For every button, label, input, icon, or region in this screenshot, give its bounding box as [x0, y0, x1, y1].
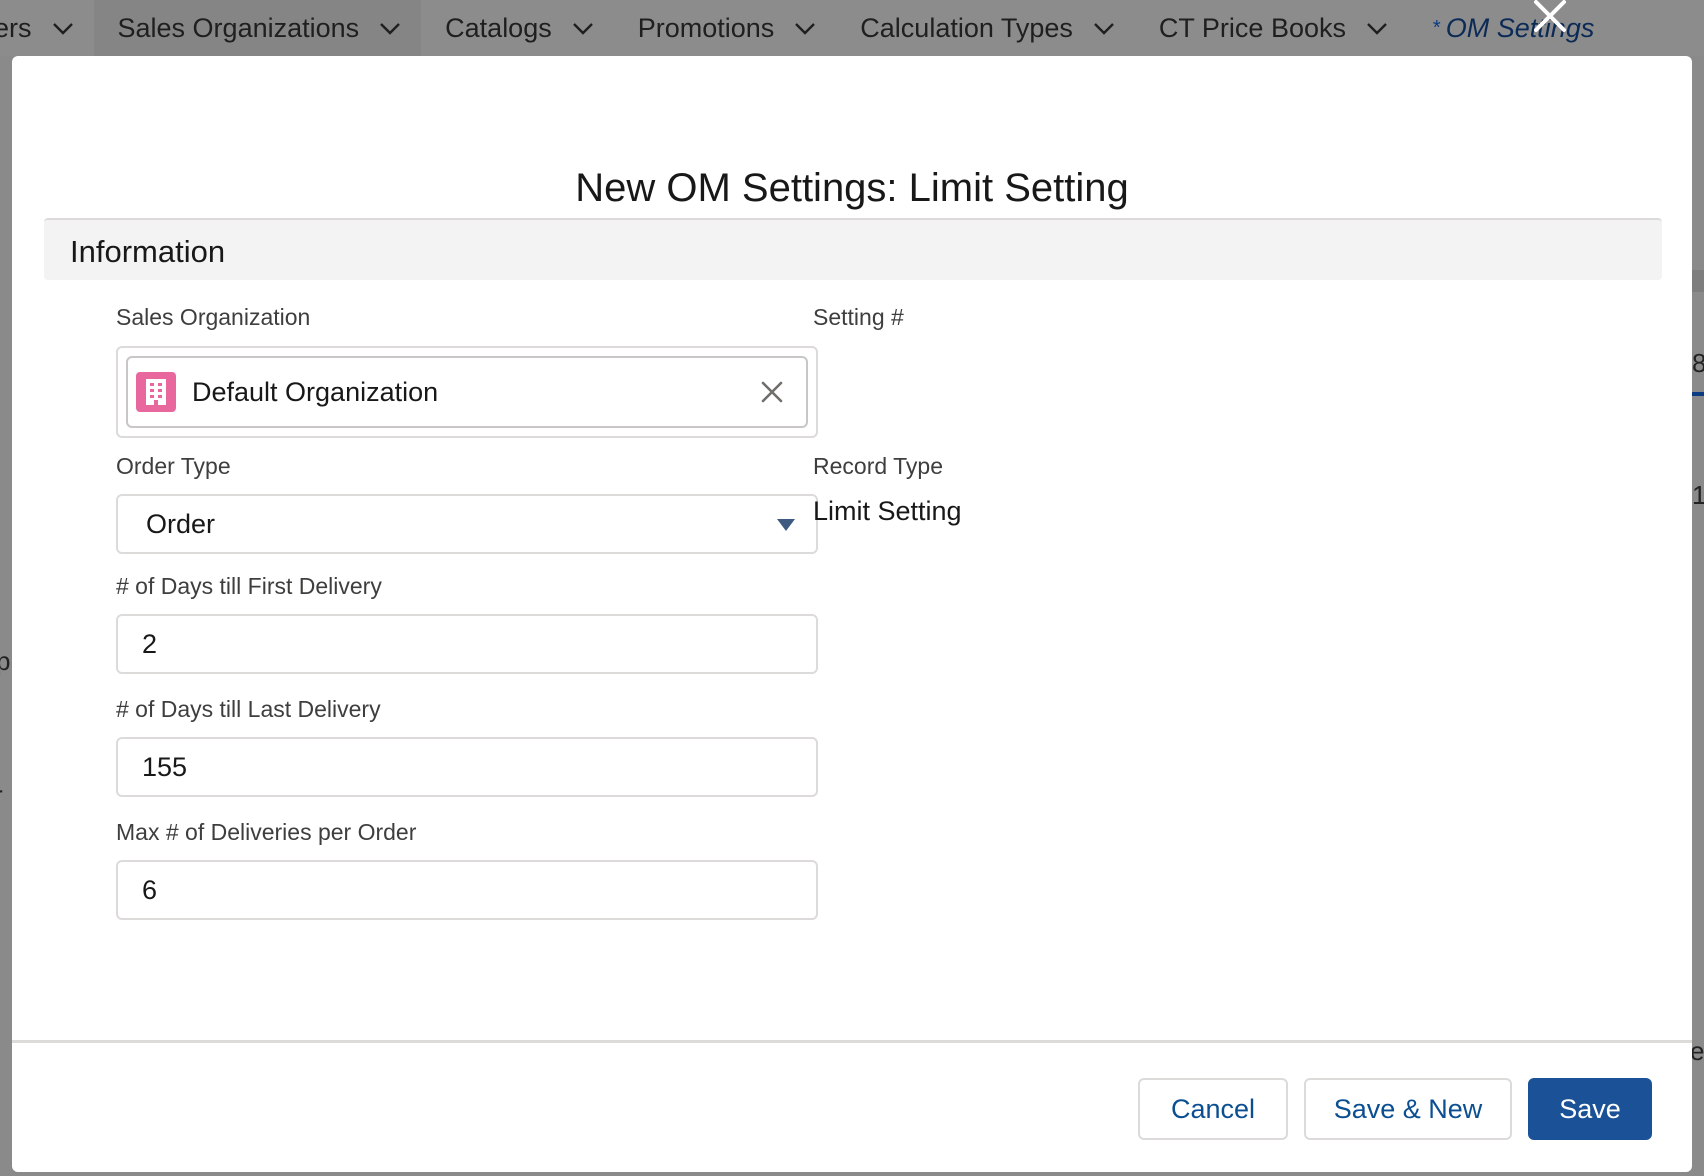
- chevron-down-icon[interactable]: [377, 15, 403, 41]
- max-deliveries-value: 6: [142, 874, 158, 905]
- chevron-down-icon[interactable]: [50, 15, 76, 41]
- nav-tab-label: Calculation Types: [860, 12, 1073, 43]
- bg-active-underline: [1692, 392, 1704, 396]
- order-type-value: Order: [146, 508, 216, 539]
- nav-tab-ct-price-books[interactable]: CT Price Books: [1135, 0, 1408, 56]
- chevron-down-icon[interactable]: [792, 15, 818, 41]
- close-icon[interactable]: [1526, 0, 1574, 40]
- save-button[interactable]: Save: [1528, 1078, 1652, 1140]
- bg-partial-text: 1: [1692, 480, 1704, 510]
- cancel-button[interactable]: Cancel: [1138, 1078, 1288, 1140]
- sales-org-value: Default Organization: [192, 376, 439, 407]
- chevron-down-icon[interactable]: [1091, 15, 1117, 41]
- days-last-delivery-input[interactable]: 155: [116, 737, 818, 797]
- building-icon: [136, 372, 176, 412]
- max-deliveries-label: Max # of Deliveries per Order: [116, 819, 417, 845]
- section-title: Information: [70, 234, 226, 269]
- nav-tab-partial[interactable]: ers: [0, 0, 94, 56]
- modal-title: New OM Settings: Limit Setting: [575, 166, 1129, 210]
- nav-tab-sales-organizations[interactable]: Sales Organizations: [93, 0, 422, 56]
- nav-tab-label: Sales Organizations: [117, 12, 360, 43]
- save-and-new-button[interactable]: Save & New: [1304, 1078, 1512, 1140]
- days-last-delivery-label: # of Days till Last Delivery: [116, 696, 381, 722]
- sales-org-lookup[interactable]: Default Organization: [116, 346, 818, 438]
- nav-tab-om-settings[interactable]: * OM Settings: [1408, 0, 1612, 56]
- unsaved-marker: *: [1431, 16, 1440, 39]
- nav-tab-label: CT Price Books: [1158, 12, 1346, 43]
- app-nav-bar: ers Sales Organizations Catalogs Promoti…: [0, 0, 1704, 56]
- bg-partial-text: p: [0, 646, 11, 676]
- days-first-delivery-label: # of Days till First Delivery: [116, 573, 382, 599]
- order-type-label: Order Type: [116, 453, 231, 479]
- nav-tab-calculation-types[interactable]: Calculation Types: [836, 0, 1135, 56]
- sales-org-label: Sales Organization: [116, 304, 311, 330]
- nav-tab-label: Catalogs: [445, 12, 552, 43]
- chevron-down-icon[interactable]: [570, 15, 596, 41]
- days-last-delivery-value: 155: [142, 751, 188, 782]
- sales-org-pill[interactable]: Default Organization: [126, 356, 808, 428]
- dropdown-arrow-icon: [777, 519, 795, 531]
- order-type-select[interactable]: Order: [116, 494, 818, 554]
- setting-number-label: Setting #: [813, 304, 904, 330]
- record-type-value: Limit Setting: [813, 496, 962, 526]
- days-first-delivery-input[interactable]: 2: [116, 614, 818, 674]
- new-record-modal: New OM Settings: Limit Setting Informati…: [12, 56, 1692, 1172]
- bg-partial-text: r: [0, 780, 3, 811]
- nav-tab-label: ers: [0, 12, 32, 43]
- nav-tab-promotions[interactable]: Promotions: [614, 0, 837, 56]
- chevron-down-icon[interactable]: [1364, 15, 1390, 41]
- max-deliveries-input[interactable]: 6: [116, 860, 818, 920]
- clear-icon[interactable]: [758, 378, 786, 406]
- bg-highlight-strip: [1692, 270, 1704, 292]
- bg-partial-text: er: [1690, 1036, 1704, 1066]
- record-type-label: Record Type: [813, 453, 943, 479]
- nav-tab-catalogs[interactable]: Catalogs: [421, 0, 614, 56]
- days-first-delivery-value: 2: [142, 628, 158, 659]
- footer-divider: [12, 1040, 1692, 1043]
- nav-tab-label: Promotions: [637, 12, 775, 43]
- section-header[interactable]: Information: [44, 218, 1662, 280]
- bg-partial-text: 8: [1692, 348, 1704, 378]
